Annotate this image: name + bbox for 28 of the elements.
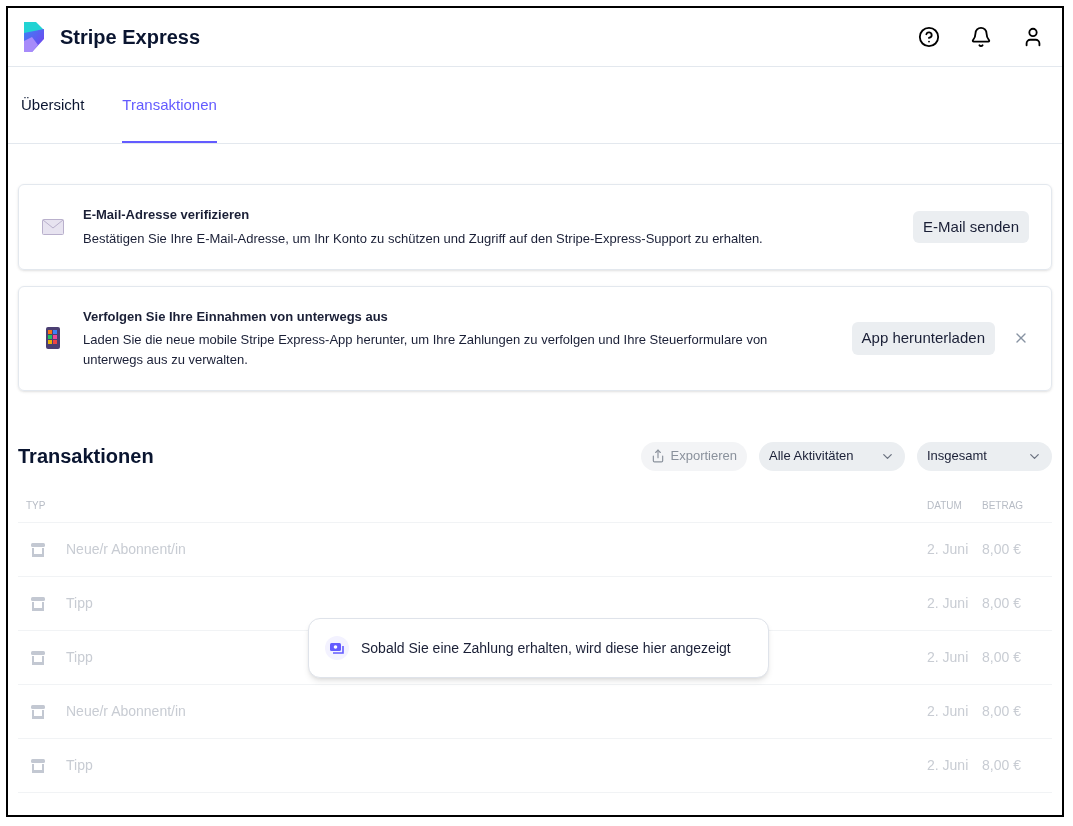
empty-state-message: Sobald Sie eine Zahlung erhalten, wird diese hier angezeigt: [361, 638, 731, 658]
help-icon[interactable]: [918, 26, 940, 48]
logo-icon: [22, 21, 46, 53]
notice-title: E-Mail-Adresse verifizieren: [83, 206, 251, 224]
section-title: Transaktionen: [18, 444, 154, 469]
tab[interactable]: Transaktionen: [122, 67, 217, 143]
notice-action-button[interactable]: App herunterladen: [851, 322, 995, 355]
tab[interactable]: Übersicht: [21, 67, 85, 143]
notice-text: Bestätigen Sie Ihre E-Mail-Adresse, um Ihr Konto zu schützen und Zugriff auf den Stripe-Express-Support zu erhalten.: [83, 229, 764, 248]
share-icon: [650, 449, 665, 463]
bell-icon[interactable]: [970, 26, 992, 48]
store-icon: [31, 542, 45, 557]
store-icon: [31, 596, 45, 611]
filter-dropdown[interactable]: Insgesamt: [917, 441, 1052, 471]
store-icon: [31, 650, 45, 665]
notice-title: Verfolgen Sie Ihre Einnahmen von unterwegs aus: [83, 307, 389, 326]
phone-icon: [46, 327, 60, 350]
store-icon: [31, 704, 45, 719]
cash-icon: [330, 642, 344, 654]
notice-text: Laden Sie die neue mobile Stripe Express-App herunter, um Ihre Zahlungen zu verfolgen und Ihre Steuerformulare von unterwegs aus zu verwalten.: [83, 331, 769, 369]
filter-dropdown[interactable]: Alle Aktivitäten: [759, 441, 905, 471]
column-header: BETRAG: [982, 499, 1025, 513]
notice-action-button[interactable]: E-Mail senden: [913, 210, 1029, 243]
store-icon: [31, 758, 45, 773]
column-header: TYP: [25, 499, 46, 513]
envelope-icon: [42, 218, 64, 235]
app-title: Stripe Express: [60, 25, 201, 50]
column-header: DATUM: [927, 499, 963, 513]
